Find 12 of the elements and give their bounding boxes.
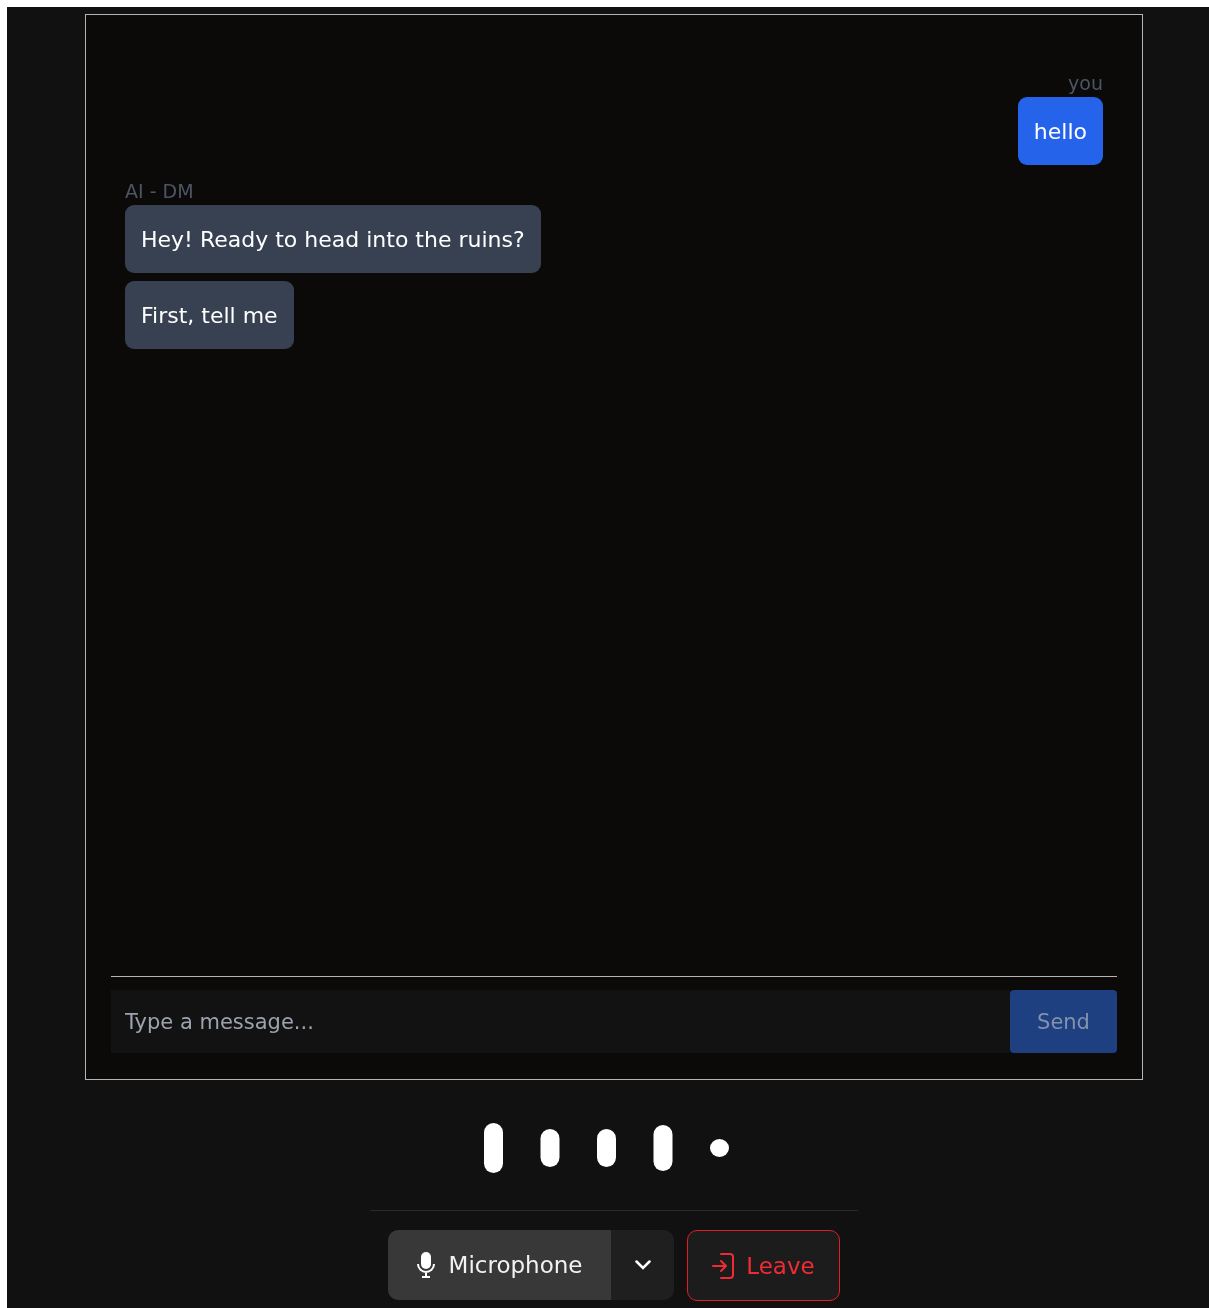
chevron-down-icon	[634, 1260, 651, 1270]
message-input[interactable]: Type a message...	[111, 990, 1010, 1053]
sender-label: AI - DM	[125, 179, 194, 203]
microphone-icon	[416, 1251, 435, 1279]
exit-icon	[712, 1252, 735, 1279]
microphone-button[interactable]: Microphone	[388, 1230, 611, 1300]
message-bubble: Hey! Ready to head into the ruins?	[125, 205, 541, 273]
leave-button[interactable]: Leave	[687, 1230, 840, 1301]
dropdown-button[interactable]	[611, 1230, 674, 1300]
message-bubble: hello	[1017, 97, 1103, 165]
sender-label: you	[1068, 71, 1103, 95]
message-bubble: First, tell me	[125, 281, 294, 349]
